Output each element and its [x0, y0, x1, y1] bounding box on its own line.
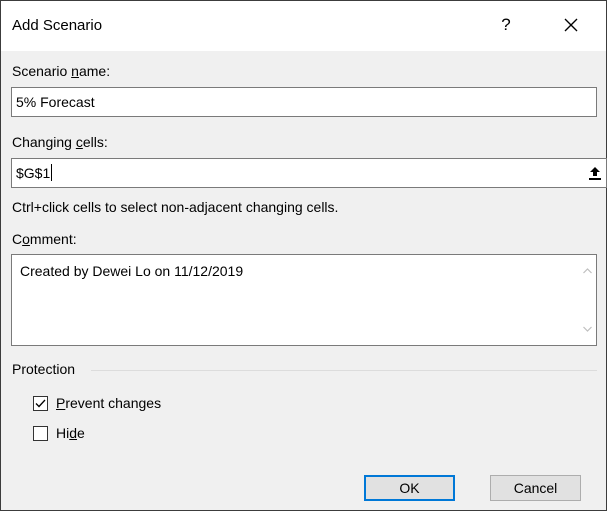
collapse-dialog-icon [589, 167, 601, 180]
prevent-changes-checkbox[interactable] [33, 396, 48, 411]
comment-label: Comment: [12, 231, 77, 247]
prevent-changes-label[interactable]: Prevent changes [56, 395, 161, 411]
help-button[interactable]: ? [493, 13, 519, 37]
ok-button[interactable]: OK [364, 475, 455, 501]
close-icon [564, 18, 578, 32]
scroll-down-icon[interactable] [579, 319, 596, 339]
dialog-title: Add Scenario [12, 17, 103, 34]
comment-scrollbar[interactable] [579, 255, 596, 345]
protection-divider [91, 370, 597, 371]
changing-cells-input[interactable]: $G$1 [11, 158, 607, 188]
changing-cells-label: Changing cells: [12, 134, 108, 150]
comment-value: Created by Dewei Lo on 11/12/2019 [20, 263, 244, 279]
hide-checkbox[interactable] [33, 426, 48, 441]
scenario-name-label: Scenario name: [12, 63, 111, 79]
comment-textarea[interactable]: Created by Dewei Lo on 11/12/2019 [11, 254, 597, 346]
add-scenario-dialog: Add Scenario ? Scenario name: 5% Forecas… [0, 0, 607, 511]
close-button[interactable] [558, 13, 584, 37]
protection-heading: Protection [12, 361, 76, 377]
changing-cells-hint: Ctrl+click cells to select non-adjacent … [12, 199, 339, 215]
checkmark-icon [35, 399, 46, 408]
hide-label[interactable]: Hide [56, 425, 85, 441]
cancel-button[interactable]: Cancel [490, 475, 581, 501]
scenario-name-value: 5% Forecast [16, 94, 95, 110]
title-bar: Add Scenario ? [1, 1, 606, 51]
scenario-name-input[interactable]: 5% Forecast [11, 87, 597, 117]
collapse-dialog-button[interactable] [585, 160, 605, 186]
text-caret [51, 164, 53, 181]
help-icon: ? [501, 15, 511, 34]
scroll-up-icon[interactable] [579, 261, 596, 281]
changing-cells-value: $G$1 [16, 165, 51, 181]
